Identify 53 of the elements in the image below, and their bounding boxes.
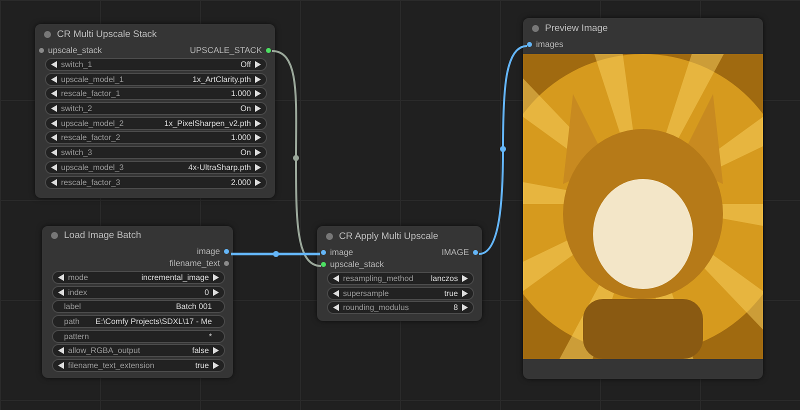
value-selector[interactable]: upscale_model_1 1x_ArtClarity.pth [45, 72, 267, 86]
left-arrow-icon[interactable] [51, 178, 57, 186]
slot-dot-icon[interactable] [321, 262, 326, 266]
slot-dot-icon[interactable] [527, 42, 532, 46]
right-arrow-icon[interactable] [255, 178, 261, 186]
node-card[interactable]: CR Apply Multi Upscale image IMAGE upscale_stack resampling_method lanczos supersample true rounding_modulus 8 [317, 226, 482, 321]
right-arrow-icon[interactable] [462, 275, 468, 282]
output-slot[interactable]: image [196, 246, 229, 256]
slot-dot-icon[interactable] [39, 48, 44, 52]
output-slot[interactable]: UPSCALE_STACK [190, 45, 271, 55]
right-arrow-icon[interactable] [255, 61, 261, 68]
left-arrow-icon[interactable] [333, 275, 339, 282]
output-slot[interactable]: IMAGE [442, 247, 478, 257]
node-title: CR Multi Upscale Stack [57, 28, 157, 40]
slot-dot-icon[interactable] [321, 250, 326, 254]
value-selector[interactable]: rescale_factor_2 1.000 [45, 131, 267, 144]
value-selector[interactable]: index 0 [52, 286, 225, 299]
collapse-dot-icon[interactable] [51, 232, 58, 240]
value-selector[interactable]: upscale_model_3 4x-UltraSharp.pth [45, 160, 267, 174]
collapse-dot-icon[interactable] [44, 30, 51, 38]
value-selector[interactable]: filename_text_extension true [52, 358, 225, 372]
value-selector[interactable]: allow_RGBA_output false [52, 344, 225, 358]
node-card[interactable]: Preview Image images [523, 18, 763, 379]
output-slot[interactable]: filename_text [169, 258, 229, 268]
node-title: Preview Image [545, 22, 608, 34]
collapse-dot-icon[interactable] [326, 232, 333, 240]
value-selector[interactable]: mode incremental_image [52, 270, 225, 284]
collapse-dot-icon[interactable] [532, 24, 539, 32]
input-slot[interactable]: upscale_stack [39, 45, 102, 55]
input-slot[interactable]: image [321, 247, 354, 257]
value-selector[interactable]: resampling_method lanczos [327, 272, 474, 285]
input-slot[interactable]: images [527, 39, 564, 49]
left-arrow-icon[interactable] [51, 61, 57, 68]
value-selector[interactable]: rounding_modulus 8 [327, 301, 474, 314]
value-selector[interactable]: switch_2 On [45, 102, 267, 116]
slot-dot-icon[interactable] [224, 248, 229, 254]
value-selector[interactable]: rescale_factor_1 1.000 [45, 87, 267, 100]
node-card[interactable]: Load Image Batch image filename_text mode incremental_image index 0 label Batch 001 path E:\Comfy Projects\SDXL\17 - Me pattern * allow_RGBA_output false filename_text_extension true [42, 226, 233, 378]
value-selector[interactable]: switch_3 On [45, 146, 267, 160]
value-selector[interactable]: switch_1 Off [45, 58, 267, 71]
slot-dot-icon[interactable] [266, 48, 271, 52]
node-card[interactable] [35, 24, 275, 198]
text-field[interactable]: pattern * [52, 330, 225, 343]
value-selector[interactable]: upscale_model_2 1x_PixelSharpen_v2.pth [45, 116, 267, 130]
input-slot[interactable]: upscale_stack [321, 259, 384, 269]
slot-dot-icon[interactable] [473, 250, 478, 254]
value-selector[interactable]: supersample true [327, 286, 474, 300]
value-selector[interactable]: rescale_factor_3 2.000 [45, 176, 267, 188]
text-field[interactable]: path E:\Comfy Projects\SDXL\17 - Me [52, 314, 225, 328]
slot-dot-icon[interactable] [224, 260, 229, 266]
node-title: Load Image Batch [64, 230, 142, 242]
node-title: CR Apply Multi Upscale [339, 230, 438, 242]
text-field[interactable]: label Batch 001 [52, 300, 225, 314]
